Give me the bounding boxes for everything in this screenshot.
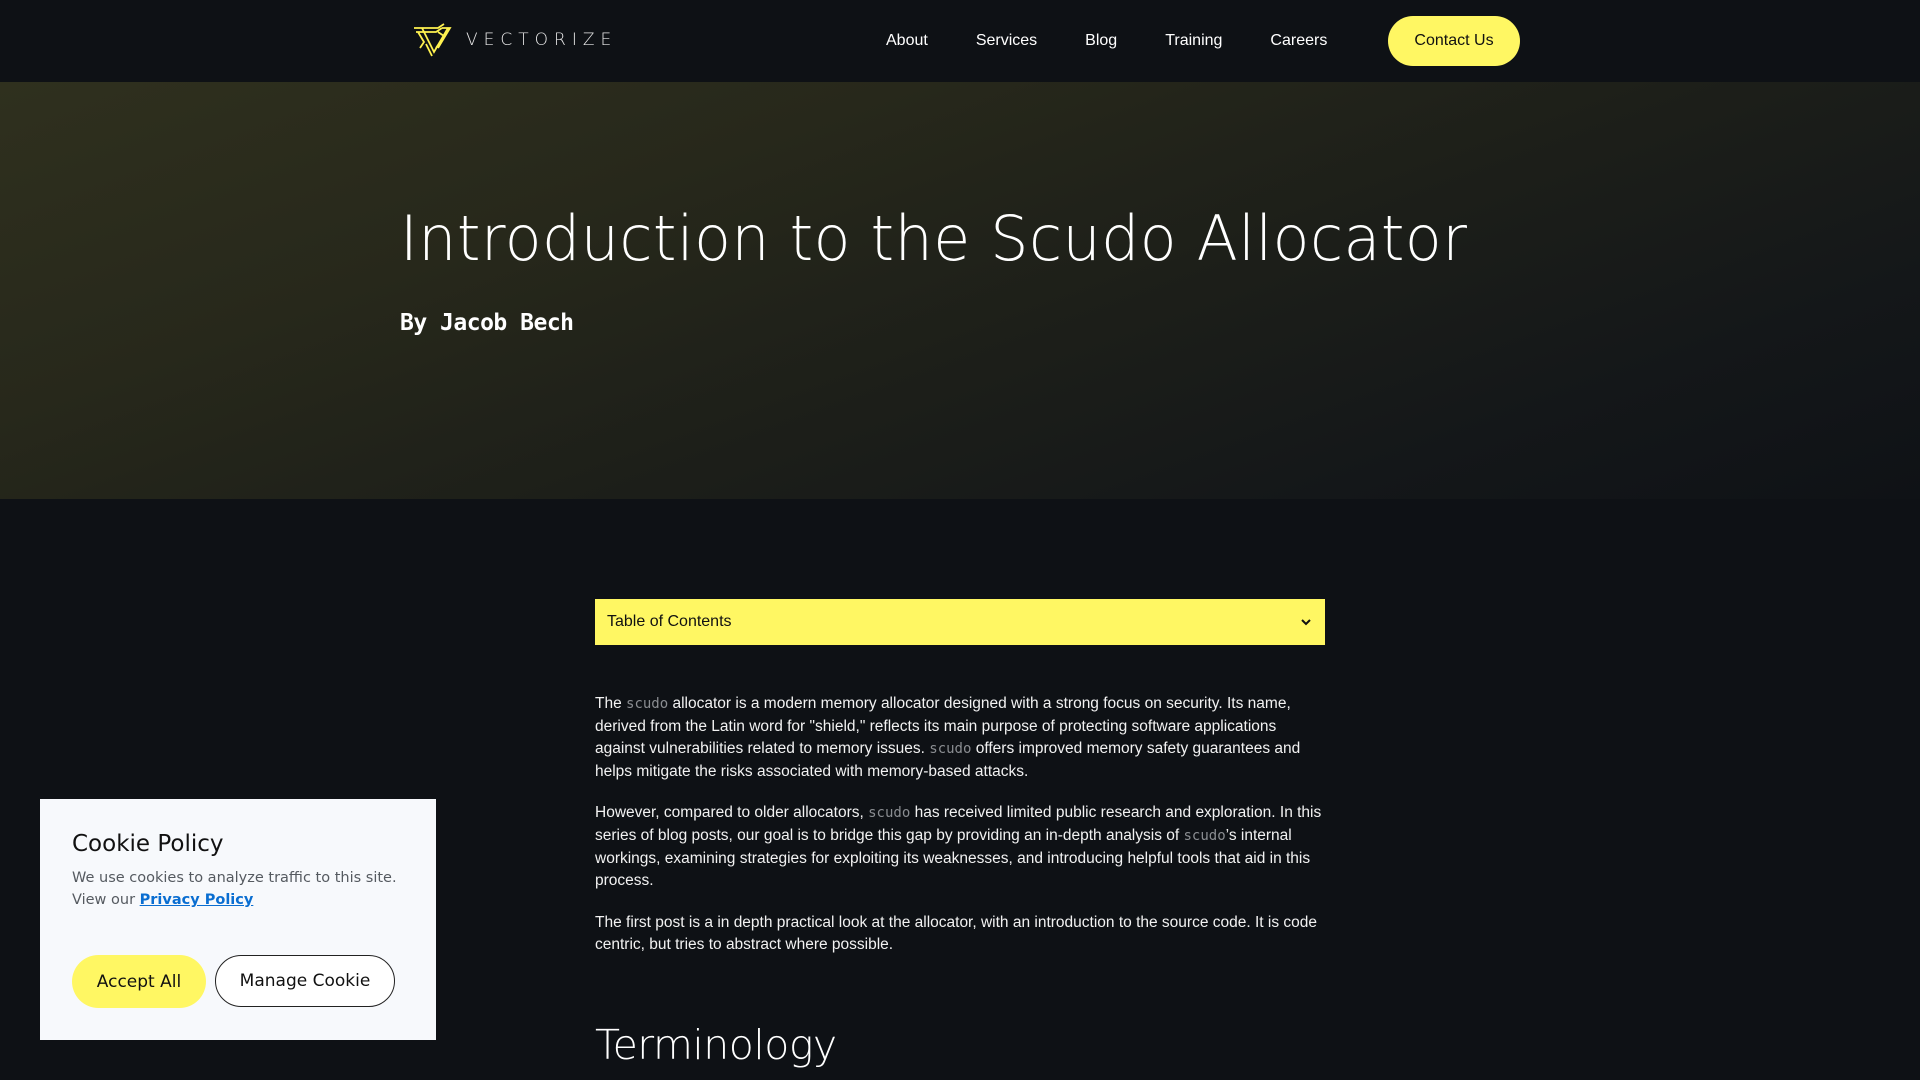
nav-services[interactable]: Services <box>976 32 1037 50</box>
paragraph-intro: The scudo allocator is a modern memory a… <box>595 693 1325 783</box>
nav-about[interactable]: About <box>886 32 928 50</box>
page-title: Introduction to the Scudo Allocator <box>400 202 1468 275</box>
main-nav: About Services Blog Training Careers <box>886 0 1375 82</box>
article-body: The scudo allocator is a modern memory a… <box>595 693 1325 1069</box>
contact-us-button[interactable]: Contact Us <box>1388 16 1520 66</box>
inline-code: scudo <box>1183 827 1226 844</box>
cookie-banner: Cookie Policy We use cookies to analyze … <box>40 799 436 1040</box>
inline-code: scudo <box>868 805 911 822</box>
privacy-policy-link[interactable]: Privacy Policy <box>140 892 254 908</box>
table-of-contents-toggle[interactable]: Table of Contents <box>595 599 1325 645</box>
vectorize-logo-icon <box>414 23 452 57</box>
manage-cookie-button[interactable]: Manage Cookie <box>215 955 395 1007</box>
nav-careers[interactable]: Careers <box>1270 32 1327 50</box>
text: The <box>595 695 627 712</box>
cookie-title: Cookie Policy <box>72 831 224 857</box>
logo-link[interactable]: VECTORIZE <box>412 22 617 58</box>
author-byline: By Jacob Bech <box>400 310 574 336</box>
inline-code: scudo <box>626 696 669 712</box>
paragraph-research: However, compared to older allocators, s… <box>595 802 1325 892</box>
text: However, compared to older allocators, <box>595 804 869 822</box>
cookie-actions: Accept All Manage Cookie <box>72 955 404 1008</box>
navbar: VECTORIZE About Services Blog Training C… <box>0 0 1920 82</box>
paragraph-first-post: The first post is a in depth practical l… <box>595 913 1318 954</box>
toc-label: Table of Contents <box>607 613 732 630</box>
inline-code: scudo <box>929 741 972 758</box>
nav-blog[interactable]: Blog <box>1085 32 1117 50</box>
accept-all-button[interactable]: Accept All <box>72 955 206 1008</box>
hero-banner: Introduction to the Scudo Allocator By J… <box>0 82 1920 499</box>
nav-training[interactable]: Training <box>1165 32 1222 50</box>
logo-text: VECTORIZE <box>466 30 618 50</box>
section-heading-terminology: Terminology <box>595 1020 837 1069</box>
chevron-down-icon <box>1301 619 1311 626</box>
article-content: Table of Contents The scudo allocator is… <box>595 599 1325 1069</box>
cookie-text: We use cookies to analyze traffic to thi… <box>72 867 404 911</box>
